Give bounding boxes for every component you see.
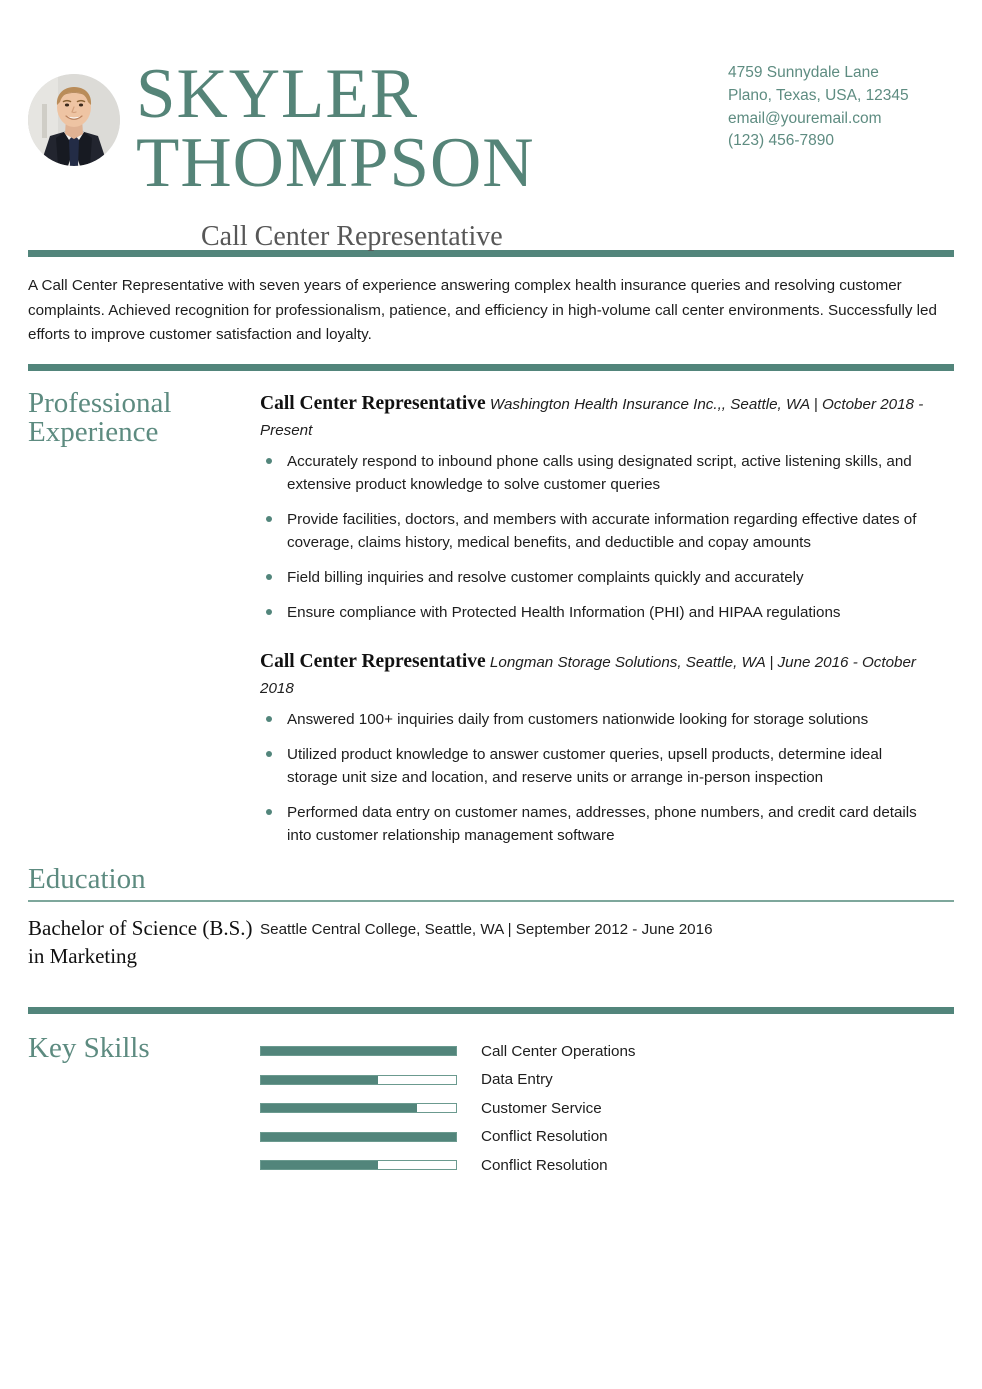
contact-address: 4759 Sunnydale Lane bbox=[728, 64, 879, 81]
job-bullets: Answered 100+ inquiries daily from custo… bbox=[260, 708, 926, 847]
skill-level-bar bbox=[260, 1160, 457, 1171]
skills-section: Key Skills Call Center Operations Data E… bbox=[28, 1014, 954, 1180]
skill-level-fill bbox=[261, 1132, 456, 1141]
skill-item: Conflict Resolution bbox=[260, 1122, 954, 1151]
job-title: Call Center Representative bbox=[260, 650, 486, 672]
job-entry: Call Center Representative Longman Stora… bbox=[260, 647, 926, 848]
skill-item: Data Entry bbox=[260, 1065, 954, 1094]
job-bullets: Accurately respond to inbound phone call… bbox=[260, 450, 926, 625]
job-bullet: Accurately respond to inbound phone call… bbox=[260, 450, 926, 496]
job-entry: Call Center Representative Washington He… bbox=[260, 389, 926, 625]
job-bullet-text: Provide facilities, doctors, and members… bbox=[287, 511, 917, 552]
skill-label: Customer Service bbox=[481, 1099, 602, 1117]
skill-level-fill bbox=[261, 1104, 417, 1113]
experience-section-title-line2: Experience bbox=[28, 415, 159, 448]
skill-label: Conflict Resolution bbox=[481, 1156, 608, 1174]
bullet-dot-icon bbox=[266, 516, 272, 523]
skill-level-bar bbox=[260, 1046, 457, 1057]
skill-item: Conflict Resolution bbox=[260, 1151, 954, 1180]
resume-page: 4759 Sunnydale Lane Plano, Texas, USA, 1… bbox=[0, 0, 982, 1389]
skill-level-fill bbox=[261, 1161, 378, 1170]
avatar bbox=[28, 74, 120, 166]
skill-label: Call Center Operations bbox=[481, 1042, 636, 1060]
skill-level-bar bbox=[260, 1103, 457, 1114]
profile-photo-icon bbox=[28, 74, 120, 166]
job-bullet-text: Performed data entry on customer names, … bbox=[287, 803, 917, 844]
education-section: Education Bachelor of Science (B.S.) in … bbox=[28, 851, 954, 971]
resume-header: 4759 Sunnydale Lane Plano, Texas, USA, 1… bbox=[28, 0, 954, 252]
job-heading: Call Center Representative Longman Stora… bbox=[260, 647, 926, 701]
skills-section-title: Key Skills bbox=[28, 1031, 150, 1064]
job-bullet: Field billing inquiries and resolve cust… bbox=[260, 566, 926, 589]
job-title: Call Center Representative bbox=[260, 392, 486, 414]
bullet-dot-icon bbox=[266, 574, 272, 581]
job-bullet: Performed data entry on customer names, … bbox=[260, 801, 926, 847]
experience-title-col: Professional Experience bbox=[28, 371, 260, 447]
contact-block: 4759 Sunnydale Lane Plano, Texas, USA, 1… bbox=[728, 62, 928, 153]
education-degree: Bachelor of Science (B.S.) in Marketing bbox=[28, 916, 253, 969]
job-bullet-text: Accurately respond to inbound phone call… bbox=[287, 452, 912, 494]
experience-section: Professional Experience Call Center Repr… bbox=[28, 371, 954, 851]
job-bullet-text: Utilized product knowledge to answer cus… bbox=[287, 745, 883, 786]
skill-label: Conflict Resolution bbox=[481, 1128, 608, 1146]
skill-level-bar bbox=[260, 1074, 457, 1085]
bullet-dot-icon bbox=[266, 808, 272, 815]
education-entry: Bachelor of Science (B.S.) in Marketing … bbox=[28, 902, 954, 971]
bullet-dot-icon bbox=[266, 750, 272, 757]
professional-summary: A Call Center Representative with seven … bbox=[28, 277, 937, 344]
bullet-dot-icon bbox=[266, 457, 272, 464]
divider-below-summary bbox=[28, 363, 954, 371]
job-bullet: Answered 100+ inquiries daily from custo… bbox=[260, 708, 926, 731]
skill-label: Data Entry bbox=[481, 1071, 553, 1089]
bullet-dot-icon bbox=[266, 715, 272, 722]
header-job-title: Call Center Representative bbox=[201, 220, 503, 252]
skill-level-fill bbox=[261, 1075, 378, 1084]
job-bullet: Provide facilities, doctors, and members… bbox=[260, 508, 926, 554]
skill-item: Customer Service bbox=[260, 1094, 954, 1123]
contact-city: Plano, Texas, USA, 12345 bbox=[728, 86, 909, 104]
education-meta: Seattle Central College, Seattle, WA | S… bbox=[260, 921, 713, 939]
experience-content-col: Call Center Representative Washington He… bbox=[260, 371, 954, 851]
education-rule-wrap bbox=[28, 894, 954, 903]
divider-above-skills bbox=[28, 1006, 954, 1014]
contact-phone[interactable]: (123) 456-7890 bbox=[728, 130, 928, 153]
job-bullet: Utilized product knowledge to answer cus… bbox=[260, 743, 926, 789]
skill-item: Call Center Operations bbox=[260, 1037, 954, 1066]
skill-level-bar bbox=[260, 1131, 457, 1142]
contact-email[interactable]: email@youremail.com bbox=[728, 108, 928, 131]
skill-level-fill bbox=[261, 1047, 456, 1056]
job-bullet-text: Field billing inquiries and resolve cust… bbox=[287, 569, 804, 587]
experience-section-title-line1: Professional bbox=[28, 386, 172, 419]
job-bullet-text: Ensure compliance with Protected Health … bbox=[287, 604, 841, 622]
job-bullet-text: Answered 100+ inquiries daily from custo… bbox=[287, 710, 869, 728]
skills-title-col: Key Skills bbox=[28, 1031, 260, 1064]
bullet-dot-icon bbox=[266, 609, 272, 616]
job-bullet: Ensure compliance with Protected Health … bbox=[260, 601, 926, 624]
skills-list: Call Center Operations Data Entry Custom… bbox=[260, 1034, 954, 1180]
job-heading: Call Center Representative Washington He… bbox=[260, 389, 926, 443]
education-section-title: Education bbox=[28, 863, 146, 896]
skills-row: Key Skills Call Center Operations Data E… bbox=[28, 1031, 954, 1180]
